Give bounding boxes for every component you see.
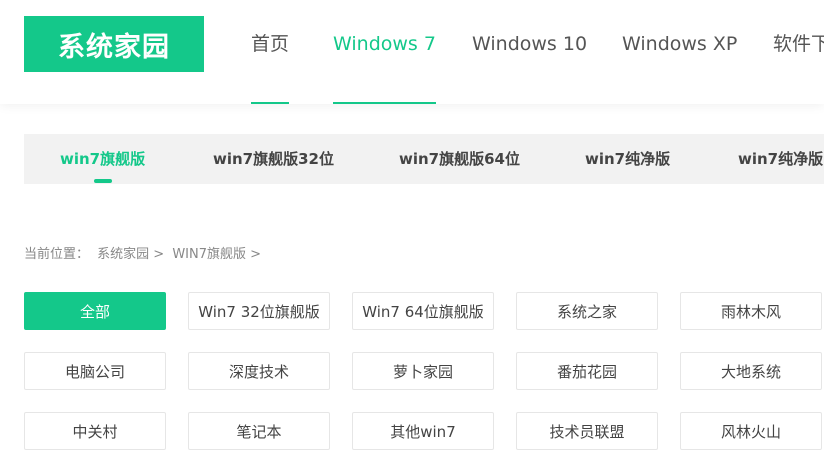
filter-tag[interactable]: 技术员联盟 xyxy=(516,412,658,450)
filter-tag-label: Win7 64位旗舰版 xyxy=(362,302,484,321)
subtab-win7-pure-3[interactable]: win7纯净版3 xyxy=(738,134,824,184)
subtab-win7-ultimate[interactable]: win7旗舰版 xyxy=(60,134,145,184)
filter-tag-label: 技术员联盟 xyxy=(549,422,625,441)
filter-tag-label: 系统之家 xyxy=(556,302,617,321)
site-logo[interactable]: 系统家园 xyxy=(24,16,204,72)
filter-tag[interactable]: 风林火山 xyxy=(680,412,822,450)
nav-item-label: 软件下 xyxy=(773,33,824,55)
filter-tag[interactable]: 其他win7 xyxy=(352,412,494,450)
filter-tag-label: 其他win7 xyxy=(390,422,456,441)
nav-item-software[interactable]: 软件下 xyxy=(773,0,824,104)
nav-item-windows10[interactable]: Windows 10 xyxy=(472,0,587,104)
nav-item-windows7[interactable]: Windows 7 xyxy=(333,0,436,104)
filter-tag[interactable]: 番茄花园 xyxy=(516,352,658,390)
filter-tag[interactable]: Win7 64位旗舰版 xyxy=(352,292,494,330)
filter-tag-label: 电脑公司 xyxy=(64,362,125,381)
nav-item-underline xyxy=(333,102,436,104)
logo-text: 系统家园 xyxy=(58,31,170,63)
filter-tag-label: 风林火山 xyxy=(720,422,781,441)
filter-tag[interactable]: 电脑公司 xyxy=(24,352,166,390)
filter-tag[interactable]: 雨林木风 xyxy=(680,292,822,330)
breadcrumb-link-home[interactable]: 系统家园 > xyxy=(97,247,164,262)
filter-tag[interactable]: 深度技术 xyxy=(188,352,330,390)
active-indicator xyxy=(93,179,112,183)
filter-tag-label: 中关村 xyxy=(72,422,118,441)
nav-item-label: Windows XP xyxy=(622,33,738,55)
filter-tag[interactable]: Win7 32位旗舰版 xyxy=(188,292,330,330)
filter-tag-label: Win7 32位旗舰版 xyxy=(198,302,320,321)
filter-tag[interactable]: 萝卜家园 xyxy=(352,352,494,390)
nav-item-windowsxp[interactable]: Windows XP xyxy=(622,0,737,104)
nav-item-underline xyxy=(251,102,290,104)
filter-tag-label: 雨林木风 xyxy=(720,302,781,321)
site-header: 系统家园 首页 Windows 7 Windows 10 Windows XP … xyxy=(0,0,824,104)
filter-tag-label: 全部 xyxy=(79,302,110,321)
filter-tag-label: 深度技术 xyxy=(228,362,289,381)
subtab-win7-ultimate-64[interactable]: win7旗舰版64位 xyxy=(399,134,520,184)
subtab-label: win7旗舰版64位 xyxy=(399,150,520,168)
subtab-label: win7纯净版3 xyxy=(738,150,824,168)
filter-tag-label: 笔记本 xyxy=(236,422,282,441)
breadcrumb-link-category[interactable]: WIN7旗舰版 > xyxy=(172,247,261,262)
filter-tag[interactable]: 系统之家 xyxy=(516,292,658,330)
breadcrumb: 当前位置： 系统家园 > WIN7旗舰版 > xyxy=(24,243,265,262)
nav-item-label: 首页 xyxy=(251,33,290,55)
filter-tag-label: 大地系统 xyxy=(720,362,781,381)
subtab-label: win7旗舰版32位 xyxy=(213,150,334,168)
filter-tag[interactable]: 中关村 xyxy=(24,412,166,450)
filter-tag-all[interactable]: 全部 xyxy=(24,292,166,330)
subtab-win7-ultimate-32[interactable]: win7旗舰版32位 xyxy=(213,134,334,184)
subtab-label: win7纯净版 xyxy=(585,150,671,168)
breadcrumb-prefix: 当前位置： xyxy=(24,247,90,262)
filter-tag[interactable]: 笔记本 xyxy=(188,412,330,450)
filter-tag[interactable]: 大地系统 xyxy=(680,352,822,390)
nav-item-label: Windows 10 xyxy=(472,33,588,55)
subtab-win7-pure[interactable]: win7纯净版 xyxy=(585,134,670,184)
subtab-label: win7旗舰版 xyxy=(60,150,146,168)
sub-nav: win7旗舰版 win7旗舰版32位 win7旗舰版64位 win7纯净版 wi… xyxy=(24,134,824,184)
filter-tag-label: 番茄花园 xyxy=(556,362,617,381)
nav-item-home[interactable]: 首页 xyxy=(251,0,290,104)
filter-tag-label: 萝卜家园 xyxy=(392,362,453,381)
nav-item-label: Windows 7 xyxy=(333,33,436,55)
